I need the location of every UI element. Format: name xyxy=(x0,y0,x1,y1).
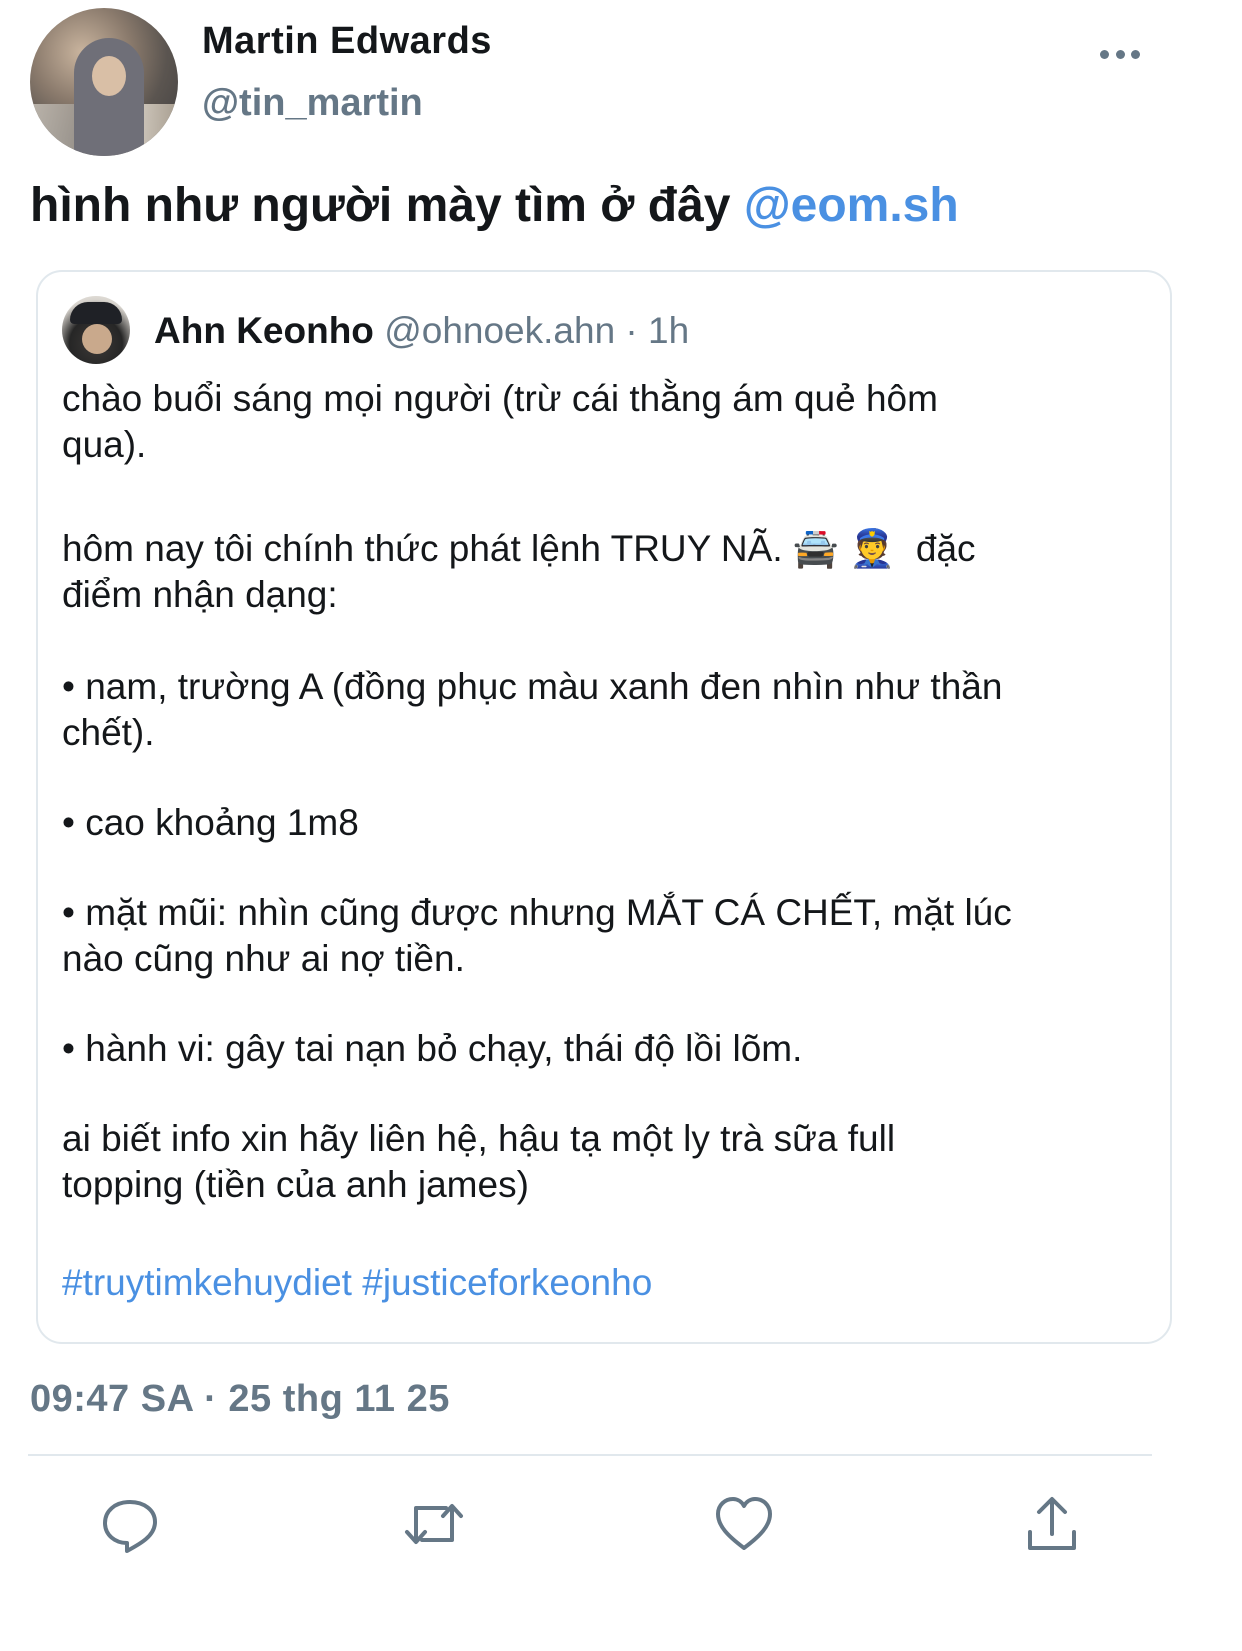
hashtag-links[interactable]: #truytimkehuydiet #justiceforkeonho xyxy=(62,1262,652,1304)
avatar-face xyxy=(92,56,126,96)
quoted-author-meta: @ohnoek.ahn · 1h xyxy=(384,310,690,351)
reply-icon xyxy=(103,1500,157,1553)
quoted-paragraph: ai biết info xin hãy liên hệ, hậu tạ một… xyxy=(62,1118,896,1205)
tweet-text: hình như người mày tìm ở đây @eom.sh xyxy=(30,178,959,233)
tweet-timestamp: 09:47 SA · 25 thg 11 25 xyxy=(30,1378,450,1420)
like-button[interactable] xyxy=(714,1494,774,1554)
quoted-author-avatar[interactable] xyxy=(62,296,130,364)
author-handle[interactable]: @tin_martin xyxy=(202,82,423,125)
quoted-paragraph: chào buổi sáng mọi người (trừ cái thằng … xyxy=(62,378,938,465)
heart-icon xyxy=(716,1497,772,1550)
divider xyxy=(28,1454,1152,1456)
quoted-paragraph: hôm nay tôi chính thức phát lệnh TRUY NÃ… xyxy=(62,528,976,615)
quoted-author-name[interactable]: Ahn Keonho xyxy=(154,310,374,351)
tweet-detail: Martin Edwards @tin_martin hình như ngườ… xyxy=(0,0,1242,1651)
quoted-paragraph: • mặt mũi: nhìn cũng được nhưng MẮT CÁ C… xyxy=(62,892,1012,979)
reply-button[interactable] xyxy=(100,1494,160,1554)
quoted-paragraph: • hành vi: gây tai nạn bỏ chạy, thái độ … xyxy=(62,1028,803,1069)
quoted-tweet-header: Ahn Keonho @ohnoek.ahn · 1h xyxy=(154,310,689,352)
share-icon xyxy=(1028,1497,1076,1550)
quoted-tweet-body: chào buổi sáng mọi người (trừ cái thằng … xyxy=(62,376,1152,1208)
retweet-button[interactable] xyxy=(404,1494,464,1554)
tweet-body: hình như người mày tìm ở đây xyxy=(30,179,744,232)
retweet-icon xyxy=(405,1504,463,1544)
share-button[interactable] xyxy=(1022,1494,1082,1554)
author-display-name[interactable]: Martin Edwards xyxy=(202,20,492,63)
quoted-paragraph: • nam, trường A (đồng phục màu xanh đen … xyxy=(62,666,1003,753)
quoted-paragraph: • cao khoảng 1m8 xyxy=(62,802,359,843)
mention-link[interactable]: @eom.sh xyxy=(744,179,959,232)
author-avatar[interactable] xyxy=(30,8,178,156)
quoted-tweet-card[interactable]: Ahn Keonho @ohnoek.ahn · 1h chào buổi sá… xyxy=(36,270,1172,1344)
more-options-icon[interactable] xyxy=(1100,44,1140,64)
